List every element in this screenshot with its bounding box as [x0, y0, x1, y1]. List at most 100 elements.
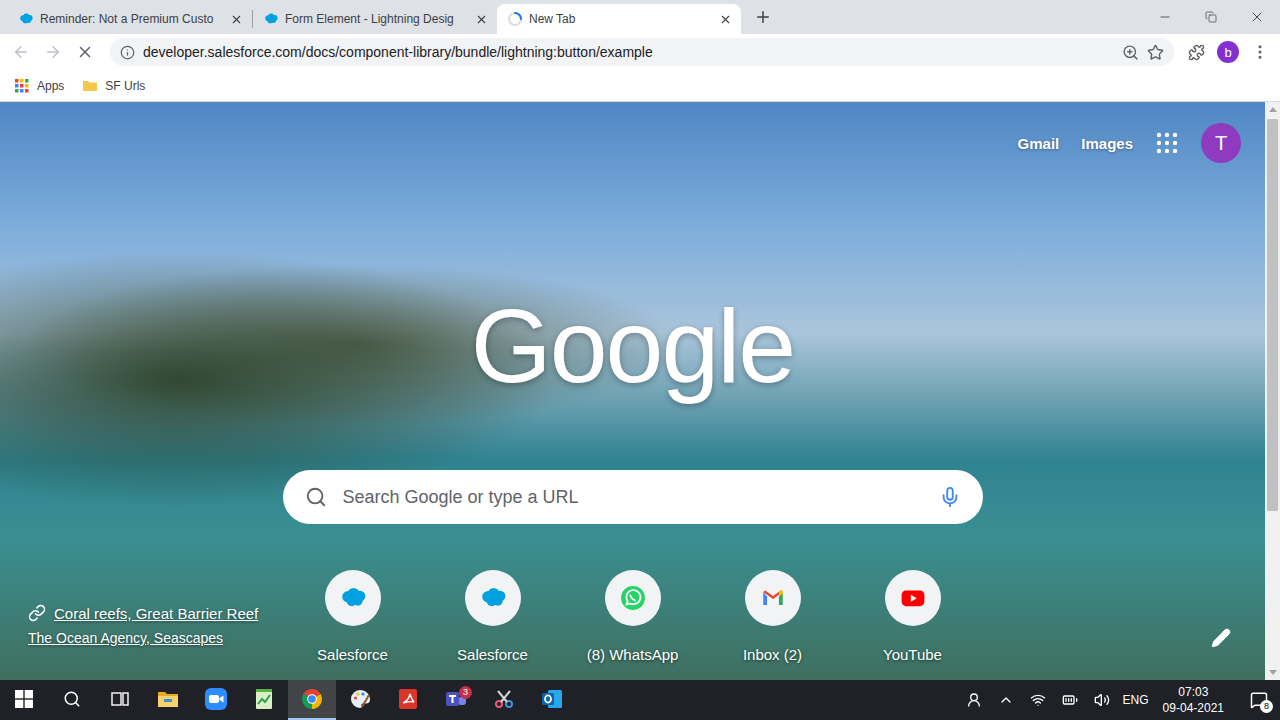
bookmark-label: SF Urls: [105, 79, 145, 93]
scrollbar[interactable]: [1265, 102, 1280, 680]
customize-button[interactable]: [1209, 626, 1233, 650]
input-language[interactable]: ENG: [1123, 693, 1149, 707]
salesforce-favicon-icon: [263, 11, 279, 27]
header-link[interactable]: Gmail: [1018, 135, 1060, 152]
site-info-icon[interactable]: [120, 45, 135, 60]
clock[interactable]: 07:0309-04-2021: [1159, 684, 1228, 716]
shortcut-label: Salesforce: [457, 646, 528, 663]
tab-close-button[interactable]: [473, 11, 489, 27]
background-title[interactable]: Coral reefs, Great Barrier Reef: [28, 604, 283, 622]
back-button[interactable]: [6, 37, 36, 67]
loading-spinner-icon: [507, 11, 523, 27]
chevron-up-icon: [998, 692, 1014, 708]
address-bar[interactable]: developer.salesforce.com/docs/component-…: [110, 38, 1174, 66]
extensions-button[interactable]: [1182, 38, 1210, 66]
taskbar-search-icon: [63, 690, 81, 708]
search-box[interactable]: Search Google or type a URL: [283, 470, 983, 524]
windows-logo-icon: [15, 690, 33, 708]
notifications-button[interactable]: 8: [1238, 680, 1280, 720]
taskbar-app[interactable]: [336, 680, 384, 720]
taskbar-app[interactable]: [528, 680, 576, 720]
person-icon: [966, 692, 982, 708]
tab-title: Form Element - Lightning Desig: [285, 12, 467, 26]
taskbar-app[interactable]: 3: [432, 680, 480, 720]
google-logo: Google: [471, 294, 794, 399]
taskbar-app[interactable]: [480, 680, 528, 720]
volume-icon: [1094, 692, 1110, 708]
stop-button[interactable]: [70, 37, 100, 67]
snip-icon: [492, 687, 516, 711]
scroll-up-button[interactable]: [1265, 102, 1280, 117]
google-apps-icon[interactable]: [1155, 131, 1179, 155]
new-tab-button[interactable]: [749, 3, 777, 31]
battery-button[interactable]: [1059, 680, 1081, 720]
tab-close-button[interactable]: [228, 11, 244, 27]
shortcut-tile[interactable]: Salesforce: [423, 568, 563, 680]
people-button[interactable]: [963, 680, 985, 720]
apps-grid-icon: [14, 78, 30, 94]
hidden-icons-button[interactable]: [995, 680, 1017, 720]
browser-tab[interactable]: Form Element - Lightning Desig: [253, 4, 497, 34]
restore-button[interactable]: [1188, 0, 1234, 34]
scroll-thumb[interactable]: [1267, 119, 1278, 511]
background-credit[interactable]: The Ocean Agency, Seascapes: [28, 630, 283, 646]
shortcuts: Salesforce Salesforce (8) WhatsApp Inbox (2…: [283, 568, 983, 680]
bookmark-label: Apps: [37, 79, 64, 93]
search-icon: [305, 486, 327, 508]
task-view-button[interactable]: [96, 680, 144, 720]
shortcut-tile[interactable]: (8) WhatsApp: [563, 568, 703, 680]
shortcut-tile[interactable]: Salesforce: [283, 568, 423, 680]
taskbar-app[interactable]: [144, 680, 192, 720]
forward-button[interactable]: [38, 37, 68, 67]
taskbar-app[interactable]: [384, 680, 432, 720]
start-button[interactable]: [0, 680, 48, 720]
search-button[interactable]: [48, 680, 96, 720]
taskbar-app[interactable]: [192, 680, 240, 720]
taskbar-app[interactable]: [240, 680, 288, 720]
shortcut-circle: [325, 570, 381, 626]
tab-strip: Reminder: Not a Premium Custo Form Elemen…: [0, 0, 1280, 34]
zoom-icon: [204, 687, 228, 711]
page-header: Gmail Images T: [0, 102, 1265, 164]
volume-button[interactable]: [1091, 680, 1113, 720]
salesforce-icon: [338, 583, 368, 613]
menu-button[interactable]: [1246, 38, 1274, 66]
gmail-icon: [760, 585, 786, 611]
whatsapp-icon: [620, 585, 646, 611]
taskbar: 3 ENG 07:0309-04-2021 8: [0, 680, 1280, 720]
stop-loading-icon: [76, 43, 94, 61]
tab-close-button[interactable]: [717, 11, 733, 27]
account-avatar[interactable]: T: [1201, 123, 1241, 163]
salesforce-favicon-icon: [18, 11, 34, 27]
bookmark-item[interactable]: SF Urls: [76, 74, 151, 98]
pencil-icon: [1211, 628, 1231, 648]
profile-avatar[interactable]: b: [1217, 41, 1239, 63]
shortcut-tile[interactable]: YouTube: [843, 568, 983, 680]
browser-tab[interactable]: Reminder: Not a Premium Custo: [8, 4, 252, 34]
desktop-screen: Reminder: Not a Premium Custo Form Elemen…: [0, 0, 1280, 720]
notification-count: 8: [1260, 700, 1273, 713]
network-button[interactable]: [1027, 680, 1049, 720]
minimize-button[interactable]: [1142, 0, 1188, 34]
browser-tab[interactable]: New Tab: [497, 4, 741, 34]
plus-icon: [754, 8, 772, 26]
taskbar-app[interactable]: [288, 680, 336, 720]
url-text: developer.salesforce.com/docs/component-…: [143, 44, 1114, 60]
zoom-icon[interactable]: [1122, 44, 1139, 61]
bookmark-item[interactable]: Apps: [8, 74, 70, 98]
page-area: Gmail Images T Google Search Google or type …: [0, 102, 1280, 680]
microphone-icon[interactable]: [939, 486, 961, 508]
chrome-icon: [300, 687, 324, 711]
shortcut-circle: [605, 570, 661, 626]
puzzle-icon: [1188, 44, 1205, 61]
scroll-down-button[interactable]: [1265, 665, 1280, 680]
close-window-button[interactable]: [1234, 0, 1280, 34]
scroll-down-icon: [1269, 670, 1277, 675]
pdf-icon: [396, 687, 420, 711]
battery-icon: [1062, 692, 1078, 708]
bookmark-star-icon[interactable]: [1147, 44, 1164, 61]
minimize-icon: [1158, 10, 1172, 24]
shortcut-tile[interactable]: Inbox (2): [703, 568, 843, 680]
header-link[interactable]: Images: [1081, 135, 1133, 152]
shortcut-label: Inbox (2): [743, 646, 802, 663]
